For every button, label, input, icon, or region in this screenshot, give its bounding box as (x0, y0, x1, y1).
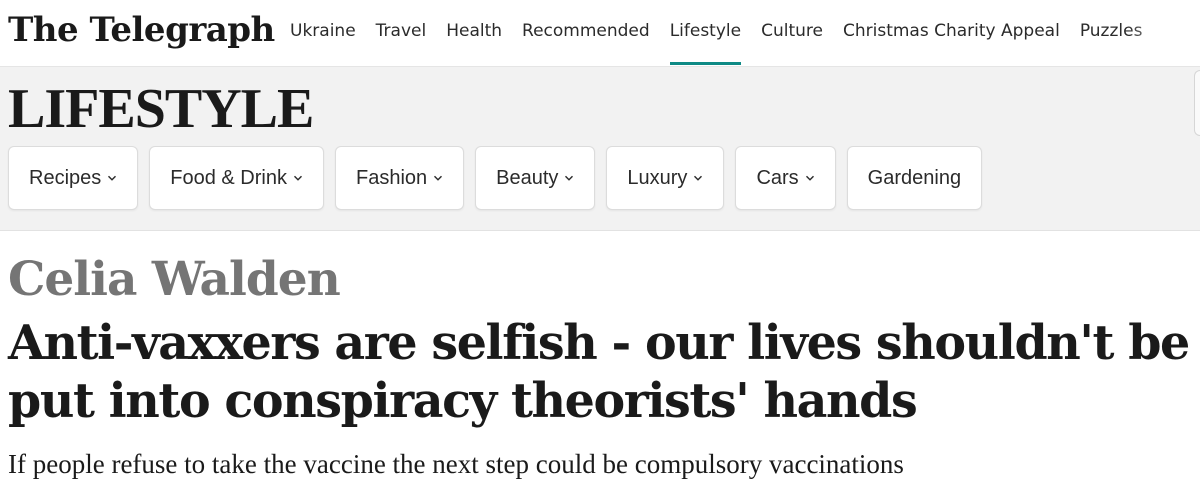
subnav-luxury[interactable]: Luxury (606, 146, 725, 210)
telegraph-logo[interactable]: The Telegraph (8, 8, 275, 52)
section-title[interactable]: LIFESTYLE (8, 79, 314, 139)
subnav-recipes[interactable]: Recipes (8, 146, 139, 210)
nav-item-ukraine[interactable]: Ukraine (290, 0, 356, 66)
chevron-down-icon (805, 173, 815, 183)
nav-item-culture[interactable]: Culture (761, 0, 823, 66)
nav-item-christmas-charity-appeal[interactable]: Christmas Charity Appeal (843, 0, 1060, 66)
subnav-label: Beauty (496, 166, 559, 189)
nav-item-travel[interactable]: Travel (376, 0, 427, 66)
nav-item-recommended[interactable]: Recommended (522, 0, 650, 66)
article-headline: Anti-vaxxers are selfish - our lives sho… (8, 315, 1190, 429)
subnav-label: Food & Drink (170, 166, 287, 189)
subnav-food-drink[interactable]: Food & Drink (149, 146, 324, 210)
main-nav: Ukraine Travel Health Recommended Lifest… (290, 0, 1162, 66)
section-subnav: Recipes Food & Drink Fashion Beauty Luxu… (8, 146, 993, 210)
subnav-gardening[interactable]: Gardening (846, 146, 983, 210)
top-navigation-bar: The Telegraph Ukraine Travel Health Reco… (0, 0, 1200, 67)
section-header: LIFESTYLE Recipes Food & Drink Fashion B… (0, 67, 1200, 231)
chevron-down-icon (293, 173, 303, 183)
subnav-beauty[interactable]: Beauty (475, 146, 596, 210)
chevron-down-icon (433, 173, 443, 183)
subnav-label: Cars (756, 166, 799, 189)
subnav-cars[interactable]: Cars (735, 146, 836, 210)
nav-item-health[interactable]: Health (446, 0, 502, 66)
chevron-down-icon (564, 173, 574, 183)
chevron-down-icon (693, 173, 703, 183)
subnav-label: Gardening (867, 166, 962, 189)
article-author[interactable]: Celia Walden (8, 252, 341, 308)
nav-item-lifestyle[interactable]: Lifestyle (669, 0, 742, 66)
subnav-label: Fashion (355, 166, 428, 189)
subnav-fashion[interactable]: Fashion (334, 146, 465, 210)
subnav-label: Recipes (29, 166, 102, 189)
side-panel-edge[interactable] (1194, 70, 1200, 136)
chevron-down-icon (107, 173, 117, 183)
article-standfirst: If people refuse to take the vaccine the… (8, 449, 904, 479)
nav-overflow-fade (1128, 0, 1188, 66)
subnav-label: Luxury (627, 166, 688, 189)
